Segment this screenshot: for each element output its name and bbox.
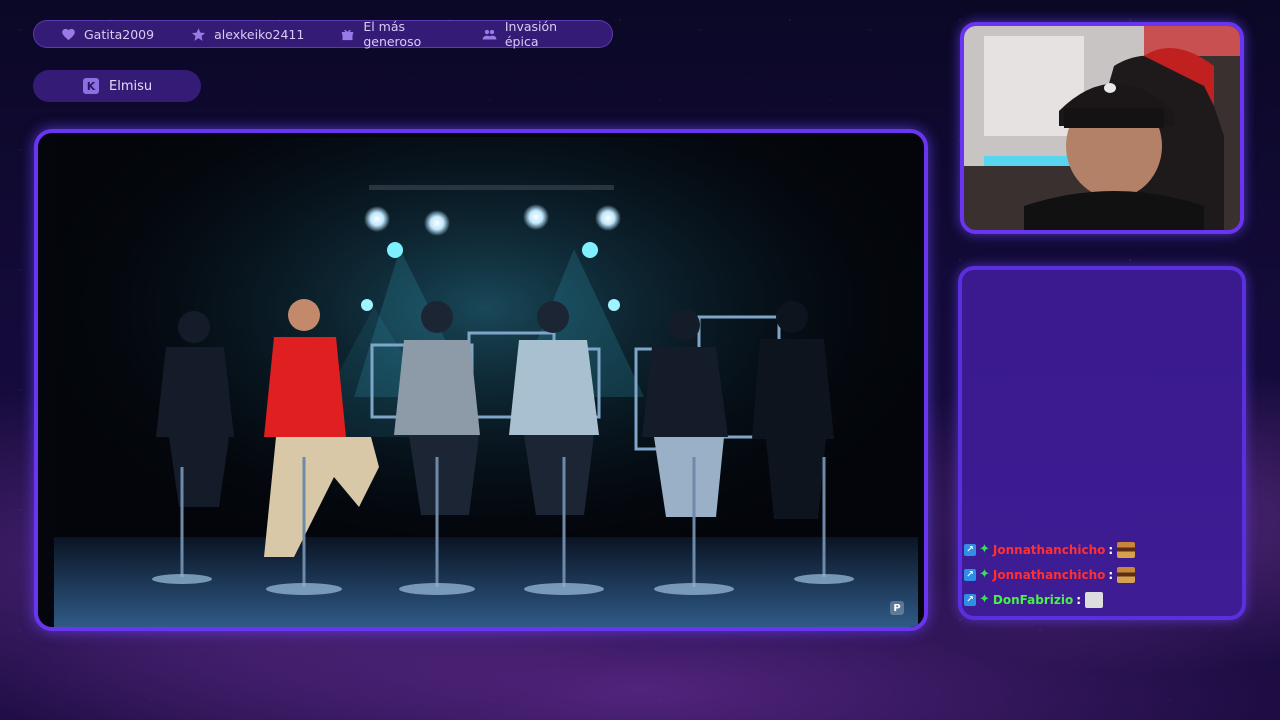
video-watermark-logo: P bbox=[890, 601, 904, 615]
chat-message: ↗ ✦ DonFabrizio : bbox=[962, 587, 1242, 612]
kick-badge-icon: ↗ bbox=[964, 543, 976, 556]
subscriber-badge-icon: ✦ bbox=[979, 567, 990, 582]
chat-username[interactable]: Jonnathanchicho bbox=[993, 543, 1105, 557]
chat-message-list: ↗ ✦ Jonnathanchicho : ↗ ✦ Jonnathanchich… bbox=[962, 537, 1242, 612]
subscriber-badge-icon: ✦ bbox=[979, 592, 990, 607]
alert-raid: Invasión épica bbox=[482, 19, 576, 49]
star-icon bbox=[190, 26, 206, 42]
burger-emote-icon bbox=[1117, 541, 1136, 558]
streamer-webcam bbox=[960, 22, 1244, 234]
webcam-feed bbox=[964, 26, 1240, 230]
alert-latest-follower: Gatita2009 bbox=[60, 26, 154, 42]
alert-label: Gatita2009 bbox=[84, 26, 155, 42]
chat-username[interactable]: Jonnathanchicho bbox=[993, 568, 1105, 582]
burger-emote-icon bbox=[1117, 566, 1136, 583]
alerts-bar: Gatita2009 alexkeiko2411 El más generoso… bbox=[33, 19, 613, 49]
chat-panel: ↗ ✦ Jonnathanchicho : ↗ ✦ Jonnathanchich… bbox=[958, 266, 1246, 620]
chat-username[interactable]: DonFabrizio bbox=[993, 593, 1073, 607]
cat-emote-icon bbox=[1085, 591, 1104, 608]
kick-logo-icon: K bbox=[83, 78, 99, 94]
kick-badge-icon: ↗ bbox=[964, 568, 976, 581]
alert-label: Invasión épica bbox=[504, 19, 558, 49]
gift-icon bbox=[340, 26, 355, 42]
heart-icon bbox=[60, 26, 76, 42]
alert-latest-subscriber: alexkeiko2411 bbox=[190, 26, 304, 42]
streamer-name: Elmisu bbox=[109, 78, 153, 94]
chat-separator: : bbox=[1108, 567, 1114, 582]
alert-label: El más generoso bbox=[363, 19, 422, 49]
chat-separator: : bbox=[1108, 542, 1114, 557]
main-video-player[interactable]: P bbox=[34, 129, 928, 631]
chat-message: ↗ ✦ Jonnathanchicho : bbox=[962, 537, 1242, 562]
chat-separator: : bbox=[1076, 592, 1082, 607]
group-icon bbox=[482, 26, 497, 42]
alert-top-donor: El más generoso bbox=[340, 19, 446, 49]
kick-badge-icon: ↗ bbox=[964, 593, 976, 606]
subscriber-badge-icon: ✦ bbox=[979, 542, 990, 557]
video-frame-concert-stage bbox=[54, 137, 918, 627]
streamer-tag: K Elmisu bbox=[33, 70, 201, 102]
chat-message: ↗ ✦ Jonnathanchicho : bbox=[962, 562, 1242, 587]
alert-label: alexkeiko2411 bbox=[214, 26, 305, 42]
